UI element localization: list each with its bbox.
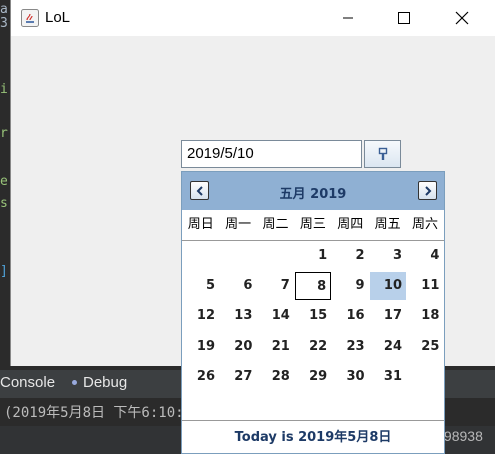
calendar-popup: 五月 2019 周日 周一 周二 周三 周四 周五 周六 1 2 3 4 5 6 7 8 9 10… [181, 171, 445, 454]
day-cell[interactable]: 16 [333, 302, 369, 330]
day-cell[interactable]: 21 [258, 333, 294, 361]
day-cell[interactable]: 31 [370, 363, 406, 391]
day-cell[interactable]: 19 [183, 333, 219, 361]
day-cell[interactable]: 27 [220, 363, 256, 391]
weekday-label: 周日 [187, 217, 214, 232]
debug-tab[interactable]: Debug [72, 374, 127, 391]
weekday-label: 周四 [337, 217, 364, 232]
day-cell[interactable]: 29 [295, 363, 331, 391]
day-cell[interactable]: 13 [220, 302, 256, 330]
date-input[interactable]: 2019/5/10 [181, 140, 362, 168]
title-bar[interactable]: LoL [11, 0, 495, 36]
day-cell[interactable]: 14 [258, 302, 294, 330]
date-picker-button[interactable] [364, 140, 401, 168]
console-tab[interactable]: Console [0, 374, 55, 391]
close-icon [455, 11, 469, 25]
day-cell[interactable]: 4 [407, 242, 443, 270]
day-cell[interactable]: 26 [183, 363, 219, 391]
maximize-icon [398, 12, 410, 24]
minimize-icon [343, 17, 353, 19]
day-cell[interactable]: 3 [370, 242, 406, 270]
next-month-button[interactable] [418, 181, 437, 200]
day-cell[interactable]: 25 [407, 333, 443, 361]
maximize-button[interactable] [381, 0, 427, 36]
day-cell[interactable]: 17 [370, 302, 406, 330]
java-app-icon [21, 9, 39, 27]
day-cell[interactable]: 11 [407, 272, 443, 300]
console-tab-label: Console [0, 374, 56, 391]
day-cell[interactable]: 23 [333, 333, 369, 361]
window-title: LoL [45, 9, 71, 26]
day-cell[interactable]: 7 [258, 272, 294, 300]
debug-icon [72, 380, 77, 385]
day-cell[interactable]: 1 [295, 242, 331, 270]
weekday-header-row: 周日 周一 周二 周三 周四 周五 周六 [182, 210, 444, 241]
day-cell[interactable]: 18 [407, 302, 443, 330]
day-cell[interactable]: 15 [295, 302, 331, 330]
day-cell[interactable]: 28 [258, 363, 294, 391]
weekday-label: 周一 [225, 217, 252, 232]
day-cell[interactable]: 22 [295, 333, 331, 361]
chevron-right-icon [424, 185, 431, 196]
day-cell[interactable]: 2 [333, 242, 369, 270]
day-cell[interactable]: 5 [183, 272, 219, 300]
month-year-title: 五月 2019 [279, 187, 347, 202]
day-cell[interactable]: 8 [295, 272, 332, 301]
weekday-label: 周三 [299, 217, 326, 232]
day-cell[interactable]: 12 [183, 302, 219, 330]
today-link[interactable]: Today is 2019年5月8日 [182, 420, 444, 454]
day-cell[interactable]: 6 [220, 272, 256, 300]
day-cell[interactable]: 30 [333, 363, 369, 391]
calendar-dropdown-icon [378, 147, 387, 160]
weekday-label: 周六 [412, 217, 439, 232]
weekday-label: 周五 [374, 217, 401, 232]
day-cell[interactable]: 9 [333, 272, 369, 300]
day-cell[interactable]: 24 [370, 333, 406, 361]
calendar-header: 五月 2019 [182, 172, 444, 210]
console-output-line: (2019年5月8日 下午6:10:5 [4, 405, 193, 421]
debug-tab-label: Debug [83, 374, 128, 391]
close-button[interactable] [439, 0, 485, 36]
day-cell[interactable]: 10 [370, 272, 406, 301]
weekday-label: 周二 [262, 217, 289, 232]
minimize-button[interactable] [325, 0, 371, 36]
day-cell[interactable]: 20 [220, 333, 256, 361]
